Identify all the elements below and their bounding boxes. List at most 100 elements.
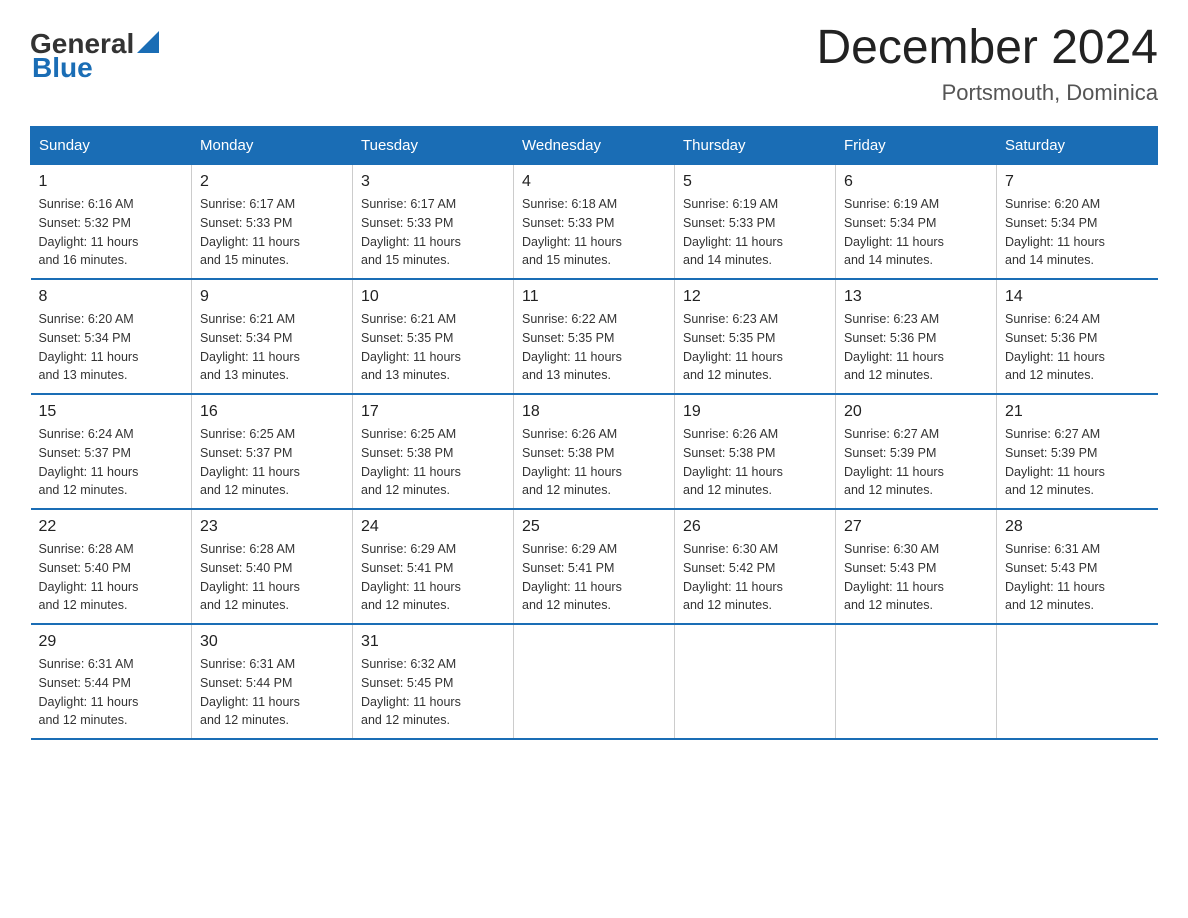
day-number: 31 [361,633,505,651]
day-info: Sunrise: 6:28 AM Sunset: 5:40 PM Dayligh… [200,540,344,615]
calendar-cell: 9 Sunrise: 6:21 AM Sunset: 5:34 PM Daylig… [192,279,353,394]
day-number: 13 [844,288,988,306]
title-section: December 2024 Portsmouth, Dominica [816,20,1158,106]
day-number: 5 [683,173,827,191]
calendar-cell: 12 Sunrise: 6:23 AM Sunset: 5:35 PM Dayli… [675,279,836,394]
day-number: 9 [200,288,344,306]
day-info: Sunrise: 6:23 AM Sunset: 5:36 PM Dayligh… [844,310,988,385]
day-number: 12 [683,288,827,306]
weekday-header-row: SundayMondayTuesdayWednesdayThursdayFrid… [31,127,1158,165]
calendar-cell [675,624,836,739]
calendar-cell: 25 Sunrise: 6:29 AM Sunset: 5:41 PM Dayli… [514,509,675,624]
day-info: Sunrise: 6:30 AM Sunset: 5:42 PM Dayligh… [683,540,827,615]
day-number: 19 [683,403,827,421]
week-row-3: 15 Sunrise: 6:24 AM Sunset: 5:37 PM Dayli… [31,394,1158,509]
day-number: 26 [683,518,827,536]
calendar-cell: 22Sunrise: 6:28 AM Sunset: 5:40 PM Dayli… [31,509,192,624]
day-info: Sunrise: 6:29 AM Sunset: 5:41 PM Dayligh… [522,540,666,615]
weekday-header-tuesday: Tuesday [353,127,514,165]
calendar-cell: 23 Sunrise: 6:28 AM Sunset: 5:40 PM Dayli… [192,509,353,624]
page-header: General Blue December 2024 Portsmouth, D… [30,20,1158,106]
calendar-cell: 24Sunrise: 6:29 AM Sunset: 5:41 PM Dayli… [353,509,514,624]
calendar-cell [514,624,675,739]
location: Portsmouth, Dominica [816,80,1158,106]
day-number: 2 [200,173,344,191]
day-info: Sunrise: 6:16 AM Sunset: 5:32 PM Dayligh… [39,195,184,270]
calendar-cell: 16 Sunrise: 6:25 AM Sunset: 5:37 PM Dayli… [192,394,353,509]
day-number: 18 [522,403,666,421]
calendar-cell: 26 Sunrise: 6:30 AM Sunset: 5:42 PM Dayli… [675,509,836,624]
calendar-cell: 8Sunrise: 6:20 AM Sunset: 5:34 PM Daylig… [31,279,192,394]
day-number: 16 [200,403,344,421]
day-number: 15 [39,403,184,421]
day-number: 17 [361,403,505,421]
day-info: Sunrise: 6:28 AM Sunset: 5:40 PM Dayligh… [39,540,184,615]
day-info: Sunrise: 6:31 AM Sunset: 5:44 PM Dayligh… [39,655,184,730]
calendar-cell: 5 Sunrise: 6:19 AM Sunset: 5:33 PM Daylig… [675,165,836,280]
day-info: Sunrise: 6:29 AM Sunset: 5:41 PM Dayligh… [361,540,505,615]
day-info: Sunrise: 6:19 AM Sunset: 5:34 PM Dayligh… [844,195,988,270]
calendar-cell: 21Sunrise: 6:27 AM Sunset: 5:39 PM Dayli… [997,394,1158,509]
day-info: Sunrise: 6:17 AM Sunset: 5:33 PM Dayligh… [361,195,505,270]
day-number: 7 [1005,173,1150,191]
week-row-2: 8Sunrise: 6:20 AM Sunset: 5:34 PM Daylig… [31,279,1158,394]
calendar-cell: 30Sunrise: 6:31 AM Sunset: 5:44 PM Dayli… [192,624,353,739]
day-info: Sunrise: 6:25 AM Sunset: 5:37 PM Dayligh… [200,425,344,500]
weekday-header-thursday: Thursday [675,127,836,165]
day-info: Sunrise: 6:25 AM Sunset: 5:38 PM Dayligh… [361,425,505,500]
day-number: 23 [200,518,344,536]
calendar-cell: 4Sunrise: 6:18 AM Sunset: 5:33 PM Daylig… [514,165,675,280]
calendar-table: SundayMondayTuesdayWednesdayThursdayFrid… [30,126,1158,740]
day-number: 3 [361,173,505,191]
calendar-cell: 1 Sunrise: 6:16 AM Sunset: 5:32 PM Daylig… [31,165,192,280]
day-number: 11 [522,288,666,306]
day-number: 25 [522,518,666,536]
calendar-cell [836,624,997,739]
calendar-cell: 20Sunrise: 6:27 AM Sunset: 5:39 PM Dayli… [836,394,997,509]
logo: General Blue [30,30,159,82]
calendar-cell: 10Sunrise: 6:21 AM Sunset: 5:35 PM Dayli… [353,279,514,394]
calendar-cell: 2 Sunrise: 6:17 AM Sunset: 5:33 PM Daylig… [192,165,353,280]
day-number: 6 [844,173,988,191]
day-number: 21 [1005,403,1150,421]
calendar-cell [997,624,1158,739]
day-info: Sunrise: 6:24 AM Sunset: 5:37 PM Dayligh… [39,425,184,500]
calendar-cell: 6 Sunrise: 6:19 AM Sunset: 5:34 PM Daylig… [836,165,997,280]
weekday-header-monday: Monday [192,127,353,165]
calendar-cell: 29 Sunrise: 6:31 AM Sunset: 5:44 PM Dayli… [31,624,192,739]
day-info: Sunrise: 6:26 AM Sunset: 5:38 PM Dayligh… [683,425,827,500]
day-number: 29 [39,633,184,651]
week-row-5: 29 Sunrise: 6:31 AM Sunset: 5:44 PM Dayli… [31,624,1158,739]
day-info: Sunrise: 6:17 AM Sunset: 5:33 PM Dayligh… [200,195,344,270]
day-number: 10 [361,288,505,306]
day-number: 20 [844,403,988,421]
day-info: Sunrise: 6:21 AM Sunset: 5:34 PM Dayligh… [200,310,344,385]
day-number: 14 [1005,288,1150,306]
day-info: Sunrise: 6:22 AM Sunset: 5:35 PM Dayligh… [522,310,666,385]
calendar-cell: 14 Sunrise: 6:24 AM Sunset: 5:36 PM Dayli… [997,279,1158,394]
day-info: Sunrise: 6:23 AM Sunset: 5:35 PM Dayligh… [683,310,827,385]
day-number: 8 [39,288,184,306]
day-number: 1 [39,173,184,191]
day-info: Sunrise: 6:30 AM Sunset: 5:43 PM Dayligh… [844,540,988,615]
logo-blue: Blue [30,54,159,82]
month-title: December 2024 [816,20,1158,75]
calendar-cell: 28Sunrise: 6:31 AM Sunset: 5:43 PM Dayli… [997,509,1158,624]
calendar-cell: 27 Sunrise: 6:30 AM Sunset: 5:43 PM Dayli… [836,509,997,624]
day-number: 30 [200,633,344,651]
day-info: Sunrise: 6:20 AM Sunset: 5:34 PM Dayligh… [1005,195,1150,270]
day-info: Sunrise: 6:19 AM Sunset: 5:33 PM Dayligh… [683,195,827,270]
day-info: Sunrise: 6:26 AM Sunset: 5:38 PM Dayligh… [522,425,666,500]
weekday-header-friday: Friday [836,127,997,165]
week-row-4: 22Sunrise: 6:28 AM Sunset: 5:40 PM Dayli… [31,509,1158,624]
logo-triangle-icon [137,31,159,53]
day-info: Sunrise: 6:24 AM Sunset: 5:36 PM Dayligh… [1005,310,1150,385]
day-number: 27 [844,518,988,536]
day-info: Sunrise: 6:32 AM Sunset: 5:45 PM Dayligh… [361,655,505,730]
day-number: 28 [1005,518,1150,536]
calendar-cell: 11 Sunrise: 6:22 AM Sunset: 5:35 PM Dayli… [514,279,675,394]
calendar-cell: 19 Sunrise: 6:26 AM Sunset: 5:38 PM Dayli… [675,394,836,509]
day-info: Sunrise: 6:18 AM Sunset: 5:33 PM Dayligh… [522,195,666,270]
calendar-cell: 7 Sunrise: 6:20 AM Sunset: 5:34 PM Daylig… [997,165,1158,280]
calendar-cell: 31 Sunrise: 6:32 AM Sunset: 5:45 PM Dayli… [353,624,514,739]
